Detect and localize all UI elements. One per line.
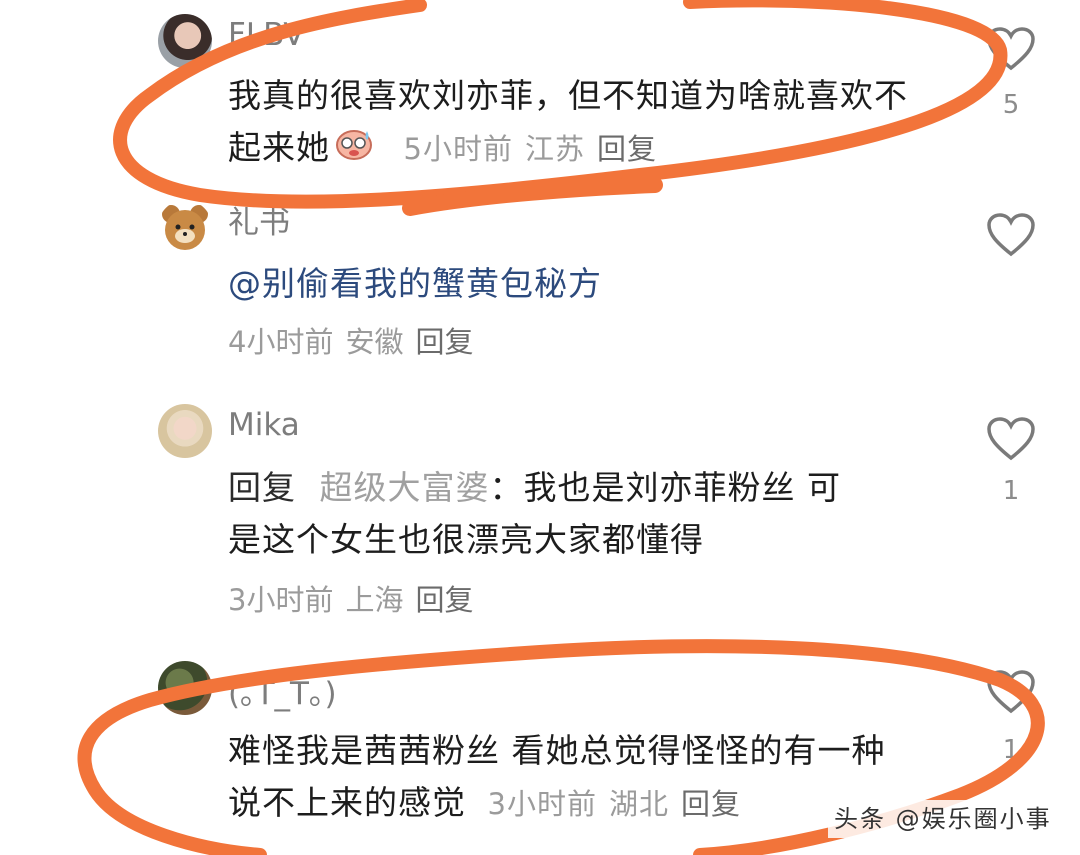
username[interactable]: Mika <box>228 406 300 444</box>
like-count: 1 <box>1002 735 1020 765</box>
comment-item: FLBV 我真的很喜欢刘亦菲，但不知道为啥就喜欢不起来她 5小时前 江苏 回复 5 <box>0 0 1080 200</box>
comment-location: 江苏 <box>524 132 585 166</box>
comment-time: 3小时前 <box>487 787 597 821</box>
comment-location: 湖北 <box>608 787 669 821</box>
comment-location: 上海 <box>345 583 404 617</box>
comment-time: 3小时前 <box>228 583 334 617</box>
comment-location: 安徽 <box>345 325 404 359</box>
comment-text: 回复 超级大富婆：我也是刘亦菲粉丝 可 是这个女生也很漂亮大家都懂得 <box>228 462 928 566</box>
username[interactable]: (｡T_T｡) <box>228 675 337 713</box>
comment-meta: 4小时前 安徽 回复 <box>228 322 485 362</box>
username[interactable]: FLBV <box>228 16 305 54</box>
reply-button[interactable]: 回复 <box>415 583 473 617</box>
avatar[interactable] <box>158 14 212 68</box>
watermark: 头条 @娱乐圈小事 <box>828 800 1058 838</box>
comment-text: @别偷看我的蟹黄包秘方 <box>228 258 928 310</box>
reply-target-user[interactable]: 超级大富婆 <box>320 468 490 507</box>
mention-link[interactable]: @别偷看我的蟹黄包秘方 <box>228 264 602 303</box>
reply-button[interactable]: 回复 <box>597 132 657 166</box>
like-count: 5 <box>1002 90 1020 120</box>
avatar[interactable] <box>158 661 212 715</box>
avatar[interactable] <box>158 404 212 458</box>
sweating-face-emoji-icon <box>334 124 374 176</box>
avatar[interactable] <box>158 200 212 254</box>
reply-prefix: 回复 <box>228 468 296 507</box>
like-count: 1 <box>1002 476 1020 506</box>
comment-meta: 3小时前 上海 回复 <box>228 580 485 620</box>
comment-meta: 3小时前 湖北 回复 <box>488 787 753 821</box>
comment-body: 是这个女生也很漂亮大家都懂得 <box>228 520 704 559</box>
username[interactable]: 礼书 <box>228 204 290 242</box>
reply-button[interactable]: 回复 <box>681 787 741 821</box>
comment-time: 4小时前 <box>228 325 334 359</box>
like-heart-icon[interactable] <box>986 212 1036 258</box>
like-heart-icon[interactable] <box>986 669 1036 715</box>
like-heart-icon[interactable] <box>986 416 1036 462</box>
reply-button[interactable]: 回复 <box>415 325 473 359</box>
comment-text: 我真的很喜欢刘亦菲，但不知道为啥就喜欢不起来她 5小时前 江苏 回复 <box>228 70 928 176</box>
comment-time: 5小时前 <box>403 132 513 166</box>
comment-item: 礼书 @别偷看我的蟹黄包秘方 4小时前 安徽 回复 <box>0 200 1080 380</box>
comment-text: 难怪我是茜茜粉丝 看她总觉得怪怪的有一种说不上来的感觉 3小时前 湖北 回复 <box>228 725 918 830</box>
comment-item: Mika 回复 超级大富婆：我也是刘亦菲粉丝 可 是这个女生也很漂亮大家都懂得 … <box>0 400 1080 630</box>
comment-meta: 5小时前 江苏 回复 <box>404 132 669 166</box>
comment-body: ：我也是刘亦菲粉丝 可 <box>489 468 841 507</box>
like-heart-icon[interactable] <box>986 26 1036 72</box>
